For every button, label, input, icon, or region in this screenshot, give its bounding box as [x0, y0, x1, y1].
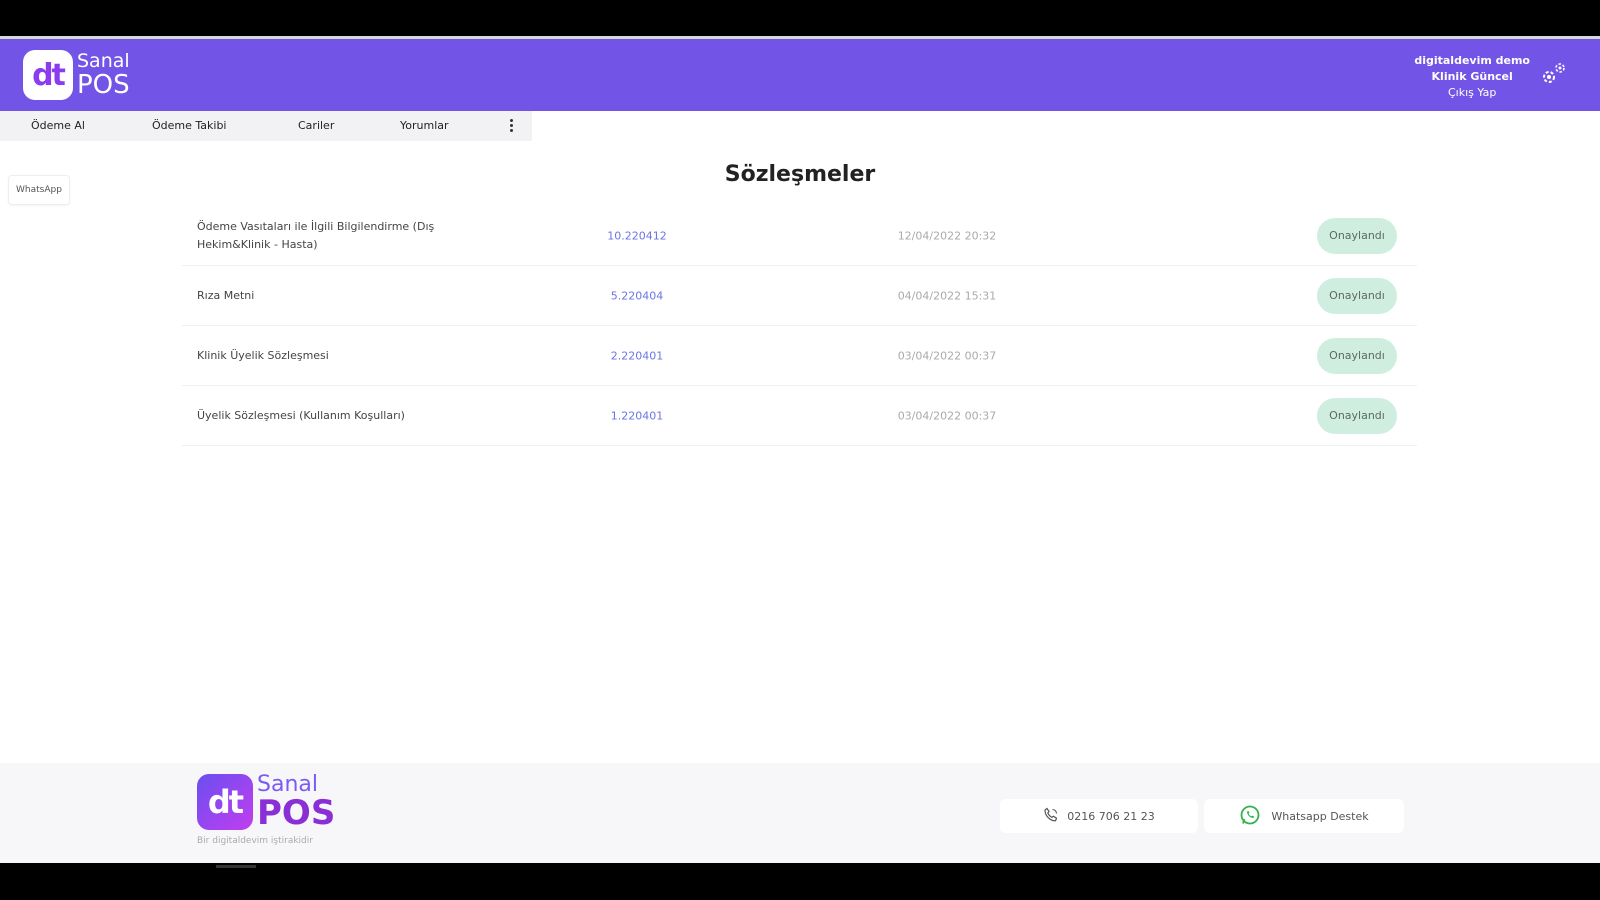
nav-bar: Ödeme Al Ödeme Takibi Cariler Yorumlar [0, 111, 532, 141]
status-badge: Onaylandı [1317, 277, 1397, 314]
footer: dt Sanal POS Bir digitaldevim iştirakidi… [0, 763, 1600, 863]
contract-row[interactable]: Ödeme Vasıtaları ile İlgili Bilgilendirm… [182, 206, 1417, 266]
contract-number[interactable]: 10.220412 [582, 229, 692, 242]
page: dt Sanal POS digitaldevim demo Klinik Gü… [0, 36, 1600, 863]
logout-link[interactable]: Çıkış Yap [1414, 85, 1530, 101]
logo-line1: Sanal [77, 50, 130, 72]
contract-date: 04/04/2022 15:31 [897, 289, 997, 302]
logo-line2: POS [77, 70, 130, 100]
nav-item-yorumlar[interactable]: Yorumlar [400, 119, 449, 132]
footer-logo-line2: POS [257, 793, 336, 833]
contract-row[interactable]: Klinik Üyelik Sözleşmesi 2.220401 03/04/… [182, 326, 1417, 386]
contract-date: 03/04/2022 00:37 [897, 409, 997, 422]
nav-item-odeme-takibi[interactable]: Ödeme Takibi [152, 119, 227, 132]
phone-icon [1043, 807, 1059, 826]
contract-row[interactable]: Rıza Metni 5.220404 04/04/2022 15:31 Ona… [182, 266, 1417, 326]
contract-title: Rıza Metni [197, 288, 255, 302]
logo-mark-text: dt [32, 57, 66, 93]
nav-item-cariler[interactable]: Cariler [298, 119, 334, 132]
footer-logo[interactable]: dt Sanal POS [197, 774, 335, 830]
phone-number: 0216 706 21 23 [1067, 809, 1155, 823]
status-badge: Onaylandı [1317, 397, 1397, 434]
user-info: digitaldevim demo Klinik Güncel Çıkış Ya… [1414, 53, 1530, 101]
contract-title: Ödeme Vasıtaları ile İlgili Bilgilendirm… [197, 219, 435, 251]
status-badge: Onaylandı [1317, 337, 1397, 374]
more-vertical-icon[interactable] [508, 117, 514, 135]
footer-logo-mark-text: dt [207, 783, 244, 821]
contract-title: Üyelik Sözleşmesi (Kullanım Koşulları) [197, 408, 405, 422]
contract-number[interactable]: 5.220404 [582, 289, 692, 302]
whatsapp-support-label: Whatsapp Destek [1271, 809, 1369, 823]
nav-item-odeme-al[interactable]: Ödeme Al [31, 119, 85, 132]
whatsapp-support-button[interactable]: Whatsapp Destek [1204, 799, 1404, 833]
header: dt Sanal POS digitaldevim demo Klinik Gü… [0, 39, 1600, 111]
contract-number[interactable]: 1.220401 [582, 409, 692, 422]
logo-text: Sanal POS [77, 50, 130, 100]
main-nav: Ödeme Al Ödeme Takibi Cariler Yorumlar [0, 111, 1600, 141]
status-badge: Onaylandı [1317, 217, 1397, 254]
contract-date: 12/04/2022 20:32 [897, 229, 997, 242]
contract-title: Klinik Üyelik Sözleşmesi [197, 348, 329, 362]
gear-icon[interactable] [1538, 59, 1570, 91]
page-title: Sözleşmeler [724, 162, 876, 187]
phone-support-button[interactable]: 0216 706 21 23 [1000, 799, 1198, 833]
scroll-indicator [216, 865, 256, 868]
contract-date: 03/04/2022 00:37 [897, 349, 997, 362]
footer-tagline: Bir digitaldevim iştirakidir [197, 836, 313, 846]
header-logo[interactable]: dt Sanal POS [23, 50, 130, 100]
footer-logo-mark: dt [197, 774, 253, 830]
user-clinic-name: Klinik Güncel [1431, 70, 1513, 83]
footer-logo-text: Sanal POS [257, 774, 336, 833]
user-account-name: digitaldevim demo [1414, 54, 1530, 67]
contract-row[interactable]: Üyelik Sözleşmesi (Kullanım Koşulları) 1… [182, 386, 1417, 446]
whatsapp-icon [1239, 804, 1261, 829]
logo-mark: dt [23, 50, 73, 100]
contract-number[interactable]: 2.220401 [582, 349, 692, 362]
contract-list: Ödeme Vasıtaları ile İlgili Bilgilendirm… [182, 206, 1417, 446]
